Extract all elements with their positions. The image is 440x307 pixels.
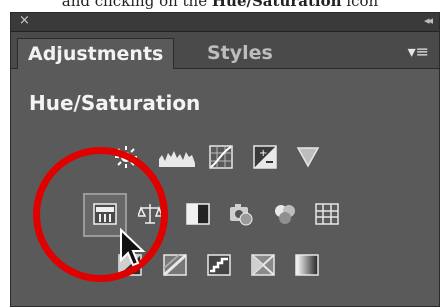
posterize-icon[interactable] [163,253,187,277]
panel-titlebar: × ◂◂ [11,13,439,32]
vibrance-icon[interactable] [296,145,320,169]
channel-mixer-icon[interactable] [273,202,297,226]
threshold-icon[interactable] [207,253,231,277]
tab-adjustments[interactable]: Adjustments [17,38,175,69]
color-lookup-icon[interactable] [315,202,339,226]
photo-filter-icon[interactable] [229,202,253,226]
tab-styles[interactable]: Styles [197,38,283,68]
caption-suffix: icon [341,0,379,10]
caption-bold: Hue/Saturation [211,0,342,10]
mouse-cursor-icon [120,228,146,267]
curves-icon[interactable] [209,145,233,169]
selective-color-icon[interactable] [251,253,275,277]
gradient-map-icon[interactable] [295,253,319,277]
exposure-icon[interactable]: + [253,145,277,169]
black-white-icon[interactable] [186,202,210,226]
caption-text: and clicking on the Hue/Saturation icon [0,0,440,10]
levels-icon[interactable] [157,145,197,169]
adjustments-panel: × ◂◂ Adjustments Styles ▾≡ Hue/Saturatio… [10,12,440,307]
close-icon[interactable]: × [19,13,30,28]
collapse-icon[interactable]: ◂◂ [424,14,433,27]
svg-text:+: + [259,148,267,159]
section-title: Hue/Saturation [29,91,201,115]
panel-tabs: Adjustments Styles ▾≡ [11,32,439,69]
panel-menu-icon[interactable]: ▾≡ [408,42,429,61]
caption-prefix: and clicking on the [61,0,212,10]
